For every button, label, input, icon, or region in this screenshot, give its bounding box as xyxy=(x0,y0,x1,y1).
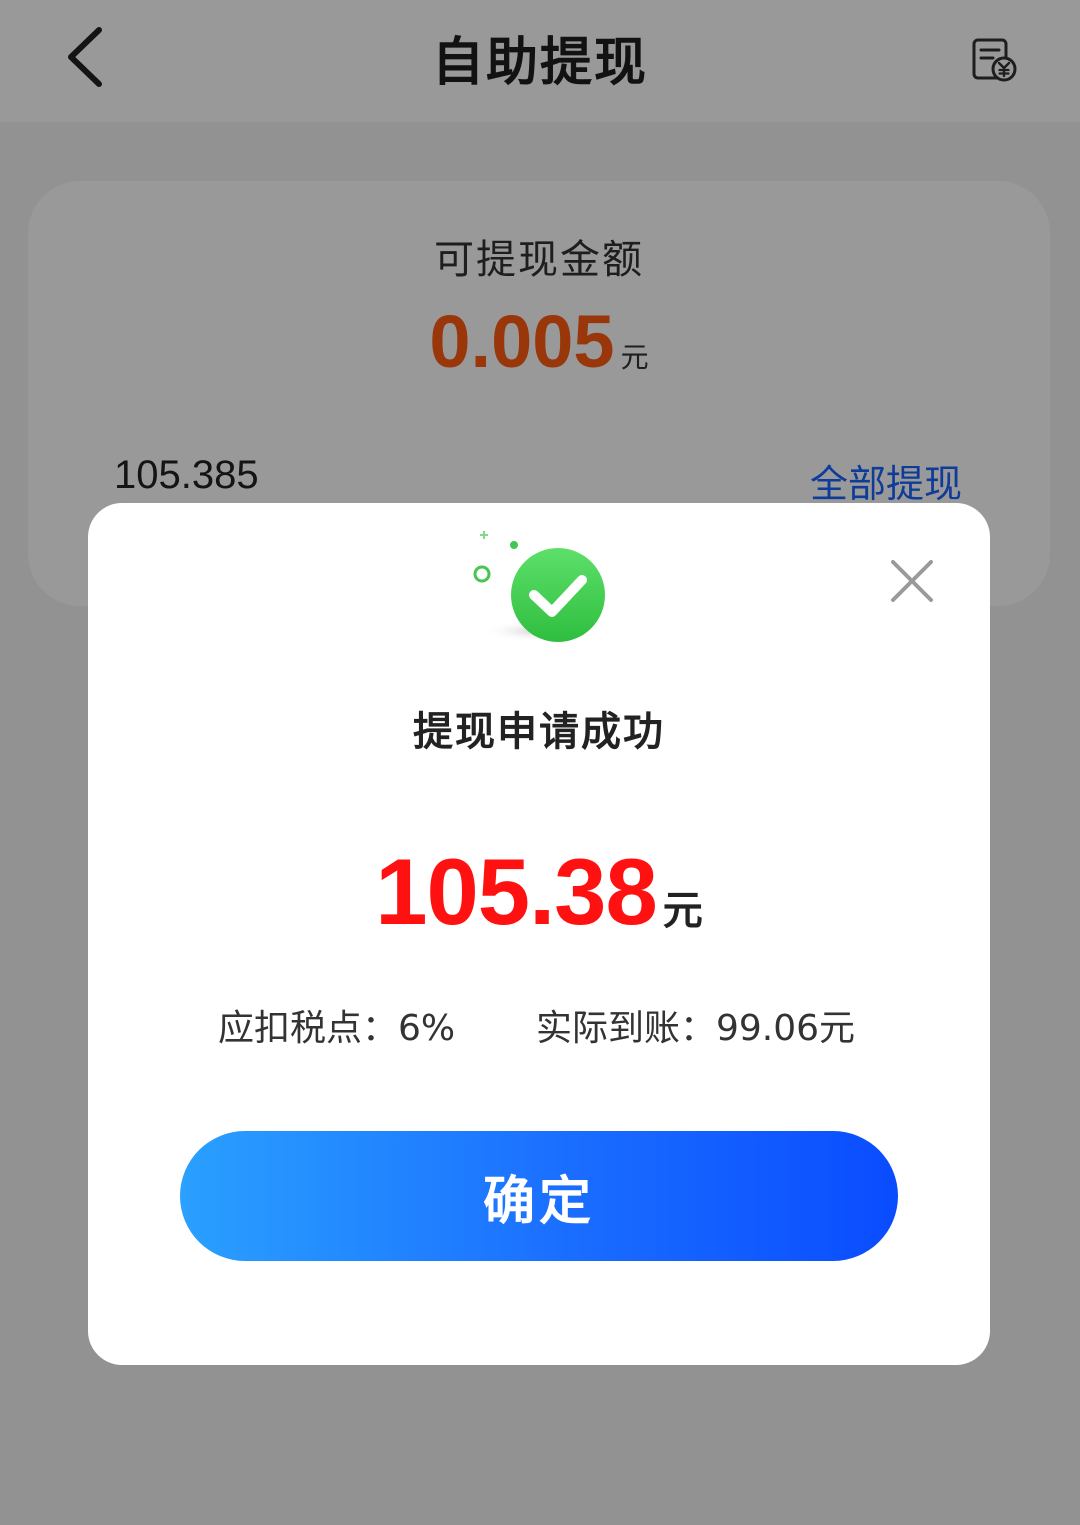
actual-received-text: 实际到账：99.06元 xyxy=(536,1008,856,1049)
withdraw-success-dialog: 提现申请成功 105.38 元 应扣税点：6% 实际到账：99.06元 确定 xyxy=(88,503,990,1365)
tax-rate-text: 应扣税点：6% xyxy=(218,1008,456,1049)
dialog-title: 提现申请成功 xyxy=(413,709,665,755)
close-icon xyxy=(891,560,933,602)
withdraw-amount: 105.38 元 xyxy=(88,838,990,946)
withdraw-amount-unit: 元 xyxy=(662,888,703,934)
withdraw-amount-value: 105.38 xyxy=(375,839,658,944)
close-button[interactable] xyxy=(884,553,940,609)
confirm-button[interactable]: 确定 xyxy=(180,1131,898,1261)
success-check-icon xyxy=(473,531,605,642)
